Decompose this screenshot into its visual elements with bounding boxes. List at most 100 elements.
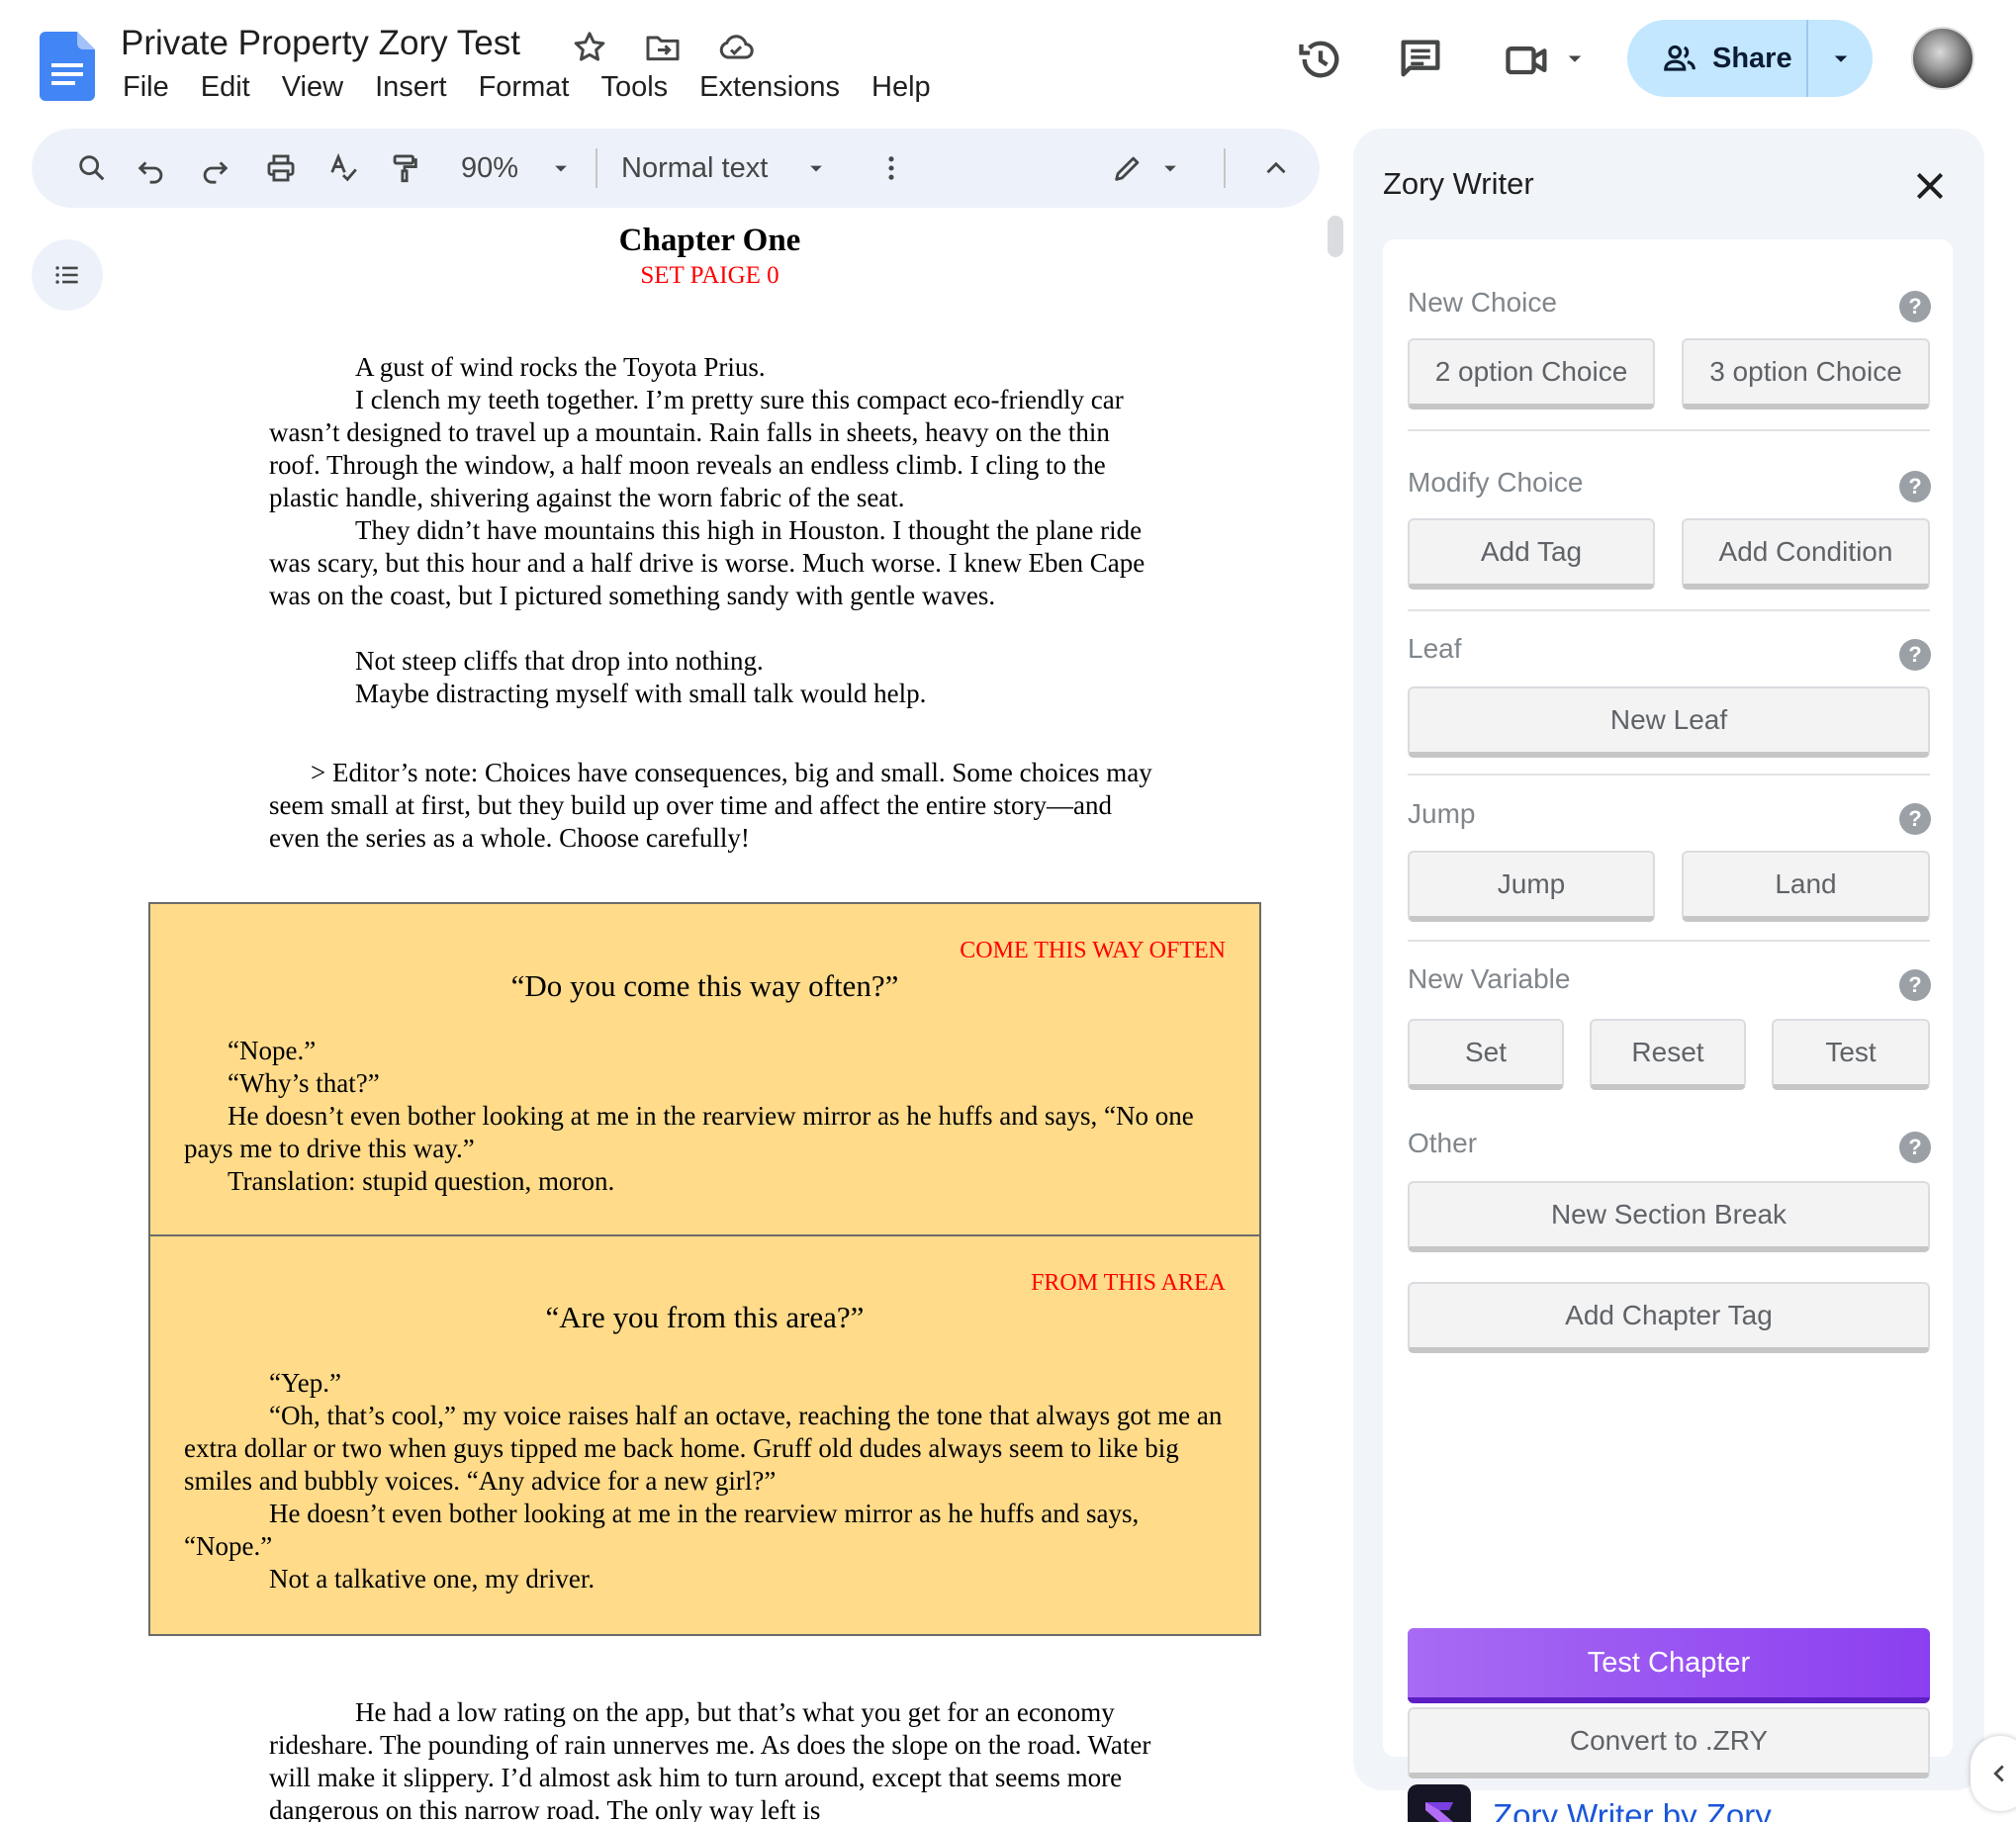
convert-zry-button[interactable]: Convert to .ZRY xyxy=(1408,1707,1930,1778)
share-label: Share xyxy=(1712,42,1792,74)
choice-option: COME THIS WAY OFTEN “Do you come this wa… xyxy=(150,904,1259,1236)
caret-down-icon xyxy=(810,165,822,172)
choice-line: Not a talkative one, my driver. xyxy=(269,1564,596,1594)
section-label-modify-choice: Modify Choice xyxy=(1408,467,1584,498)
share-people-icon xyxy=(1664,45,1695,71)
paint-format-button[interactable] xyxy=(380,129,429,208)
choice-option: FROM THIS AREA “Are you from this area?”… xyxy=(150,1236,1259,1634)
paragraph: Maybe distracting myself with small talk… xyxy=(355,679,927,708)
edit-pencil-icon xyxy=(1115,156,1140,181)
side-panel-toggle[interactable] xyxy=(1970,1736,2016,1811)
outline-icon xyxy=(55,266,78,284)
panel-title: Zory Writer xyxy=(1383,166,1534,201)
search-button[interactable] xyxy=(67,129,117,208)
new-section-break-button[interactable]: New Section Break xyxy=(1408,1181,1930,1252)
hide-menus-button[interactable] xyxy=(1254,129,1298,208)
meet-dropdown-icon[interactable] xyxy=(1560,44,1590,73)
test-variable-button[interactable]: Test xyxy=(1772,1019,1930,1090)
section-label-leaf: Leaf xyxy=(1408,633,1462,664)
two-option-choice-button[interactable]: 2 option Choice xyxy=(1408,338,1655,410)
menu-extensions[interactable]: Extensions xyxy=(684,71,856,104)
menu-insert[interactable]: Insert xyxy=(359,71,463,104)
menu-tools[interactable]: Tools xyxy=(585,71,684,104)
chapter-title: Chapter One xyxy=(618,223,801,258)
choice-line: “Nope.” xyxy=(228,1036,317,1065)
chevron-down-icon xyxy=(1834,55,1847,62)
search-icon xyxy=(79,155,105,181)
choice-tag: FROM THIS AREA xyxy=(1031,1270,1226,1296)
cloud-saved-icon[interactable] xyxy=(716,28,756,67)
editing-mode-button[interactable] xyxy=(1106,129,1149,208)
menu-edit[interactable]: Edit xyxy=(185,71,266,104)
new-leaf-button[interactable]: New Leaf xyxy=(1408,686,1930,758)
set-variable-button[interactable]: Set xyxy=(1408,1019,1564,1090)
editor-note: > Editor’s note: Choices have consequenc… xyxy=(269,758,1152,853)
print-button[interactable] xyxy=(253,129,309,208)
choice-line: Translation: stupid question, moron. xyxy=(228,1166,615,1196)
jump-button[interactable]: Jump xyxy=(1408,851,1655,922)
more-vert-icon xyxy=(888,156,894,180)
choice-line: He doesn’t even bother looking at me in … xyxy=(184,1101,1194,1163)
move-folder-icon[interactable] xyxy=(643,28,683,67)
section-label-new-variable: New Variable xyxy=(1408,963,1571,994)
land-button[interactable]: Land xyxy=(1682,851,1930,922)
close-icon[interactable] xyxy=(1910,166,1950,206)
add-tag-button[interactable]: Add Tag xyxy=(1408,518,1655,590)
add-condition-button[interactable]: Add Condition xyxy=(1682,518,1930,590)
avatar[interactable] xyxy=(1911,27,1974,90)
star-icon[interactable] xyxy=(570,28,609,67)
help-icon[interactable]: ? xyxy=(1899,471,1931,502)
choice-table: COME THIS WAY OFTEN “Do you come this wa… xyxy=(148,902,1261,1636)
document-title[interactable]: Private Property Zory Test xyxy=(121,24,520,63)
test-chapter-button[interactable]: Test Chapter xyxy=(1408,1628,1930,1703)
paragraph: A gust of wind rocks the Toyota Prius. xyxy=(355,352,766,382)
help-icon[interactable]: ? xyxy=(1899,639,1931,671)
menu-help[interactable]: Help xyxy=(856,71,947,104)
zoom-select[interactable]: 90% xyxy=(445,129,534,208)
style-value: Normal text xyxy=(621,151,769,184)
menu-format[interactable]: Format xyxy=(463,71,586,104)
outline-button[interactable] xyxy=(32,239,103,311)
choice-tag: COME THIS WAY OFTEN xyxy=(960,938,1226,963)
panel-card: New Choice ? 2 option Choice 3 option Ch… xyxy=(1383,239,1953,1822)
section-label-jump: Jump xyxy=(1408,798,1476,829)
menu-file[interactable]: File xyxy=(121,71,185,104)
history-icon[interactable] xyxy=(1295,34,1346,85)
meet-icon[interactable] xyxy=(1502,34,1553,85)
style-select[interactable]: Normal text xyxy=(621,129,789,208)
choice-line: “Yep.” xyxy=(269,1368,341,1398)
scrollbar[interactable] xyxy=(1328,216,1343,257)
reset-variable-button[interactable]: Reset xyxy=(1590,1019,1746,1090)
spellcheck-button[interactable] xyxy=(319,129,368,208)
chapter-tag: SET PAIGE 0 xyxy=(640,262,779,289)
help-icon[interactable]: ? xyxy=(1899,803,1931,835)
paragraph: I clench my teeth together. I’m pretty s… xyxy=(269,385,1124,512)
paragraph: They didn’t have mountains this high in … xyxy=(269,515,1145,610)
brand-link[interactable]: Zory Writer by Zory xyxy=(1408,1784,1772,1822)
zoom-dropdown[interactable] xyxy=(544,129,578,208)
three-option-choice-button[interactable]: 3 option Choice xyxy=(1682,338,1930,410)
choice-title: “Do you come this way often?” xyxy=(510,968,899,1003)
share-dropdown[interactable] xyxy=(1808,44,1873,73)
choice-line: “Oh, that’s cool,” my voice raises half … xyxy=(184,1401,1223,1496)
menu-view[interactable]: View xyxy=(266,71,359,104)
style-dropdown[interactable] xyxy=(799,129,833,208)
undo-button[interactable] xyxy=(127,129,176,208)
add-chapter-tag-button[interactable]: Add Chapter Tag xyxy=(1408,1282,1930,1353)
section-label-other: Other xyxy=(1408,1128,1478,1158)
help-icon[interactable]: ? xyxy=(1899,291,1931,322)
redo-button[interactable] xyxy=(190,129,239,208)
redo-icon xyxy=(203,161,229,184)
docs-icon[interactable] xyxy=(40,32,95,101)
choice-line: He doesn’t even bother looking at me in … xyxy=(184,1499,1140,1561)
zory-writer-panel: Zory Writer New Choice ? 2 option Choice… xyxy=(1353,129,1984,1822)
help-icon[interactable]: ? xyxy=(1899,1132,1931,1163)
more-button[interactable] xyxy=(874,129,908,208)
brand-text: Zory Writer by Zory xyxy=(1493,1797,1772,1822)
zoom-value: 90% xyxy=(460,151,519,184)
editing-mode-dropdown[interactable] xyxy=(1153,129,1187,208)
comments-icon[interactable] xyxy=(1395,34,1446,85)
choice-line: “Why’s that?” xyxy=(228,1068,380,1098)
help-icon[interactable]: ? xyxy=(1899,969,1931,1001)
share-button[interactable]: Share xyxy=(1627,20,1873,97)
